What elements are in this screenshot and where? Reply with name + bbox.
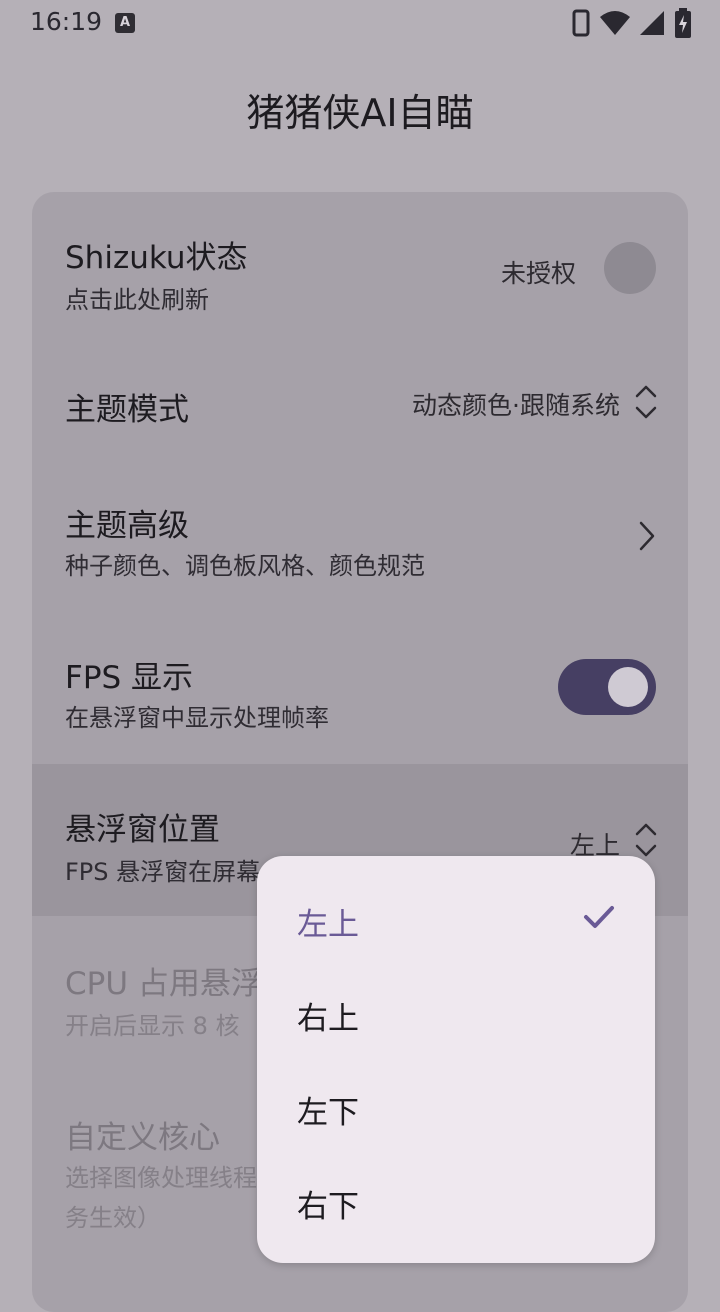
custom-core-subtitle: 选择图像处理线程 (65, 1164, 257, 1192)
status-bar: 16:19 A (0, 0, 720, 48)
check-icon (584, 906, 614, 928)
overlay-position-dropdown-menu: 左上 右上 左下 右下 (257, 856, 655, 1263)
switch-knob (608, 667, 648, 707)
shizuku-title: Shizuku状态 (65, 240, 248, 276)
menu-item-label: 右上 (297, 1001, 359, 1037)
menu-item-bottom-right[interactable]: 右下 (257, 1156, 655, 1250)
menu-item-top-right[interactable]: 右上 (257, 968, 655, 1062)
shizuku-status-value: 未授权 (500, 259, 576, 288)
theme-advanced-row[interactable]: 主题高级 种子颜色、调色板风格、颜色规范 (32, 460, 688, 610)
menu-item-bottom-left[interactable]: 左下 (257, 1062, 655, 1156)
custom-core-title: 自定义核心 (65, 1120, 220, 1156)
menu-item-label: 左下 (297, 1095, 359, 1131)
theme-advanced-subtitle: 种子颜色、调色板风格、颜色规范 (65, 552, 425, 580)
shizuku-subtitle: 点击此处刷新 (65, 286, 209, 314)
menu-item-top-left[interactable]: 左上 (257, 874, 655, 968)
page-title: 猪猪侠AI自瞄 (246, 91, 474, 135)
fps-subtitle: 在悬浮窗中显示处理帧率 (65, 704, 329, 732)
wifi-icon (600, 11, 630, 35)
unfold-icon (635, 823, 657, 857)
battery-charging-icon (675, 8, 691, 38)
fps-display-row[interactable]: FPS 显示 在悬浮窗中显示处理帧率 (32, 610, 688, 764)
theme-mode-title: 主题模式 (65, 392, 189, 428)
overlay-position-title: 悬浮窗位置 (65, 812, 220, 848)
theme-mode-value: 动态颜色·跟随系统 (412, 391, 620, 420)
custom-core-subtitle-2: 务生效） (65, 1204, 161, 1232)
fps-title: FPS 显示 (65, 660, 194, 696)
fps-toggle-switch[interactable] (558, 659, 656, 715)
status-time: 16:19 (30, 7, 103, 36)
cpu-overlay-subtitle: 开启后显示 8 核 (65, 1012, 240, 1040)
unfold-icon (635, 385, 657, 419)
signal-icon (640, 11, 664, 35)
shizuku-status-indicator (604, 242, 656, 294)
phone-icon (572, 9, 590, 37)
menu-item-label: 左上 (297, 907, 359, 943)
status-icons (572, 8, 692, 38)
theme-mode-row[interactable]: 主题模式 动态颜色·跟随系统 (32, 326, 688, 460)
theme-advanced-title: 主题高级 (65, 508, 189, 544)
shizuku-status-row[interactable]: Shizuku状态 点击此处刷新 未授权 (32, 192, 688, 326)
notification-a-icon: A (115, 13, 135, 33)
menu-item-label: 右下 (297, 1189, 359, 1225)
chevron-right-icon (639, 521, 655, 551)
